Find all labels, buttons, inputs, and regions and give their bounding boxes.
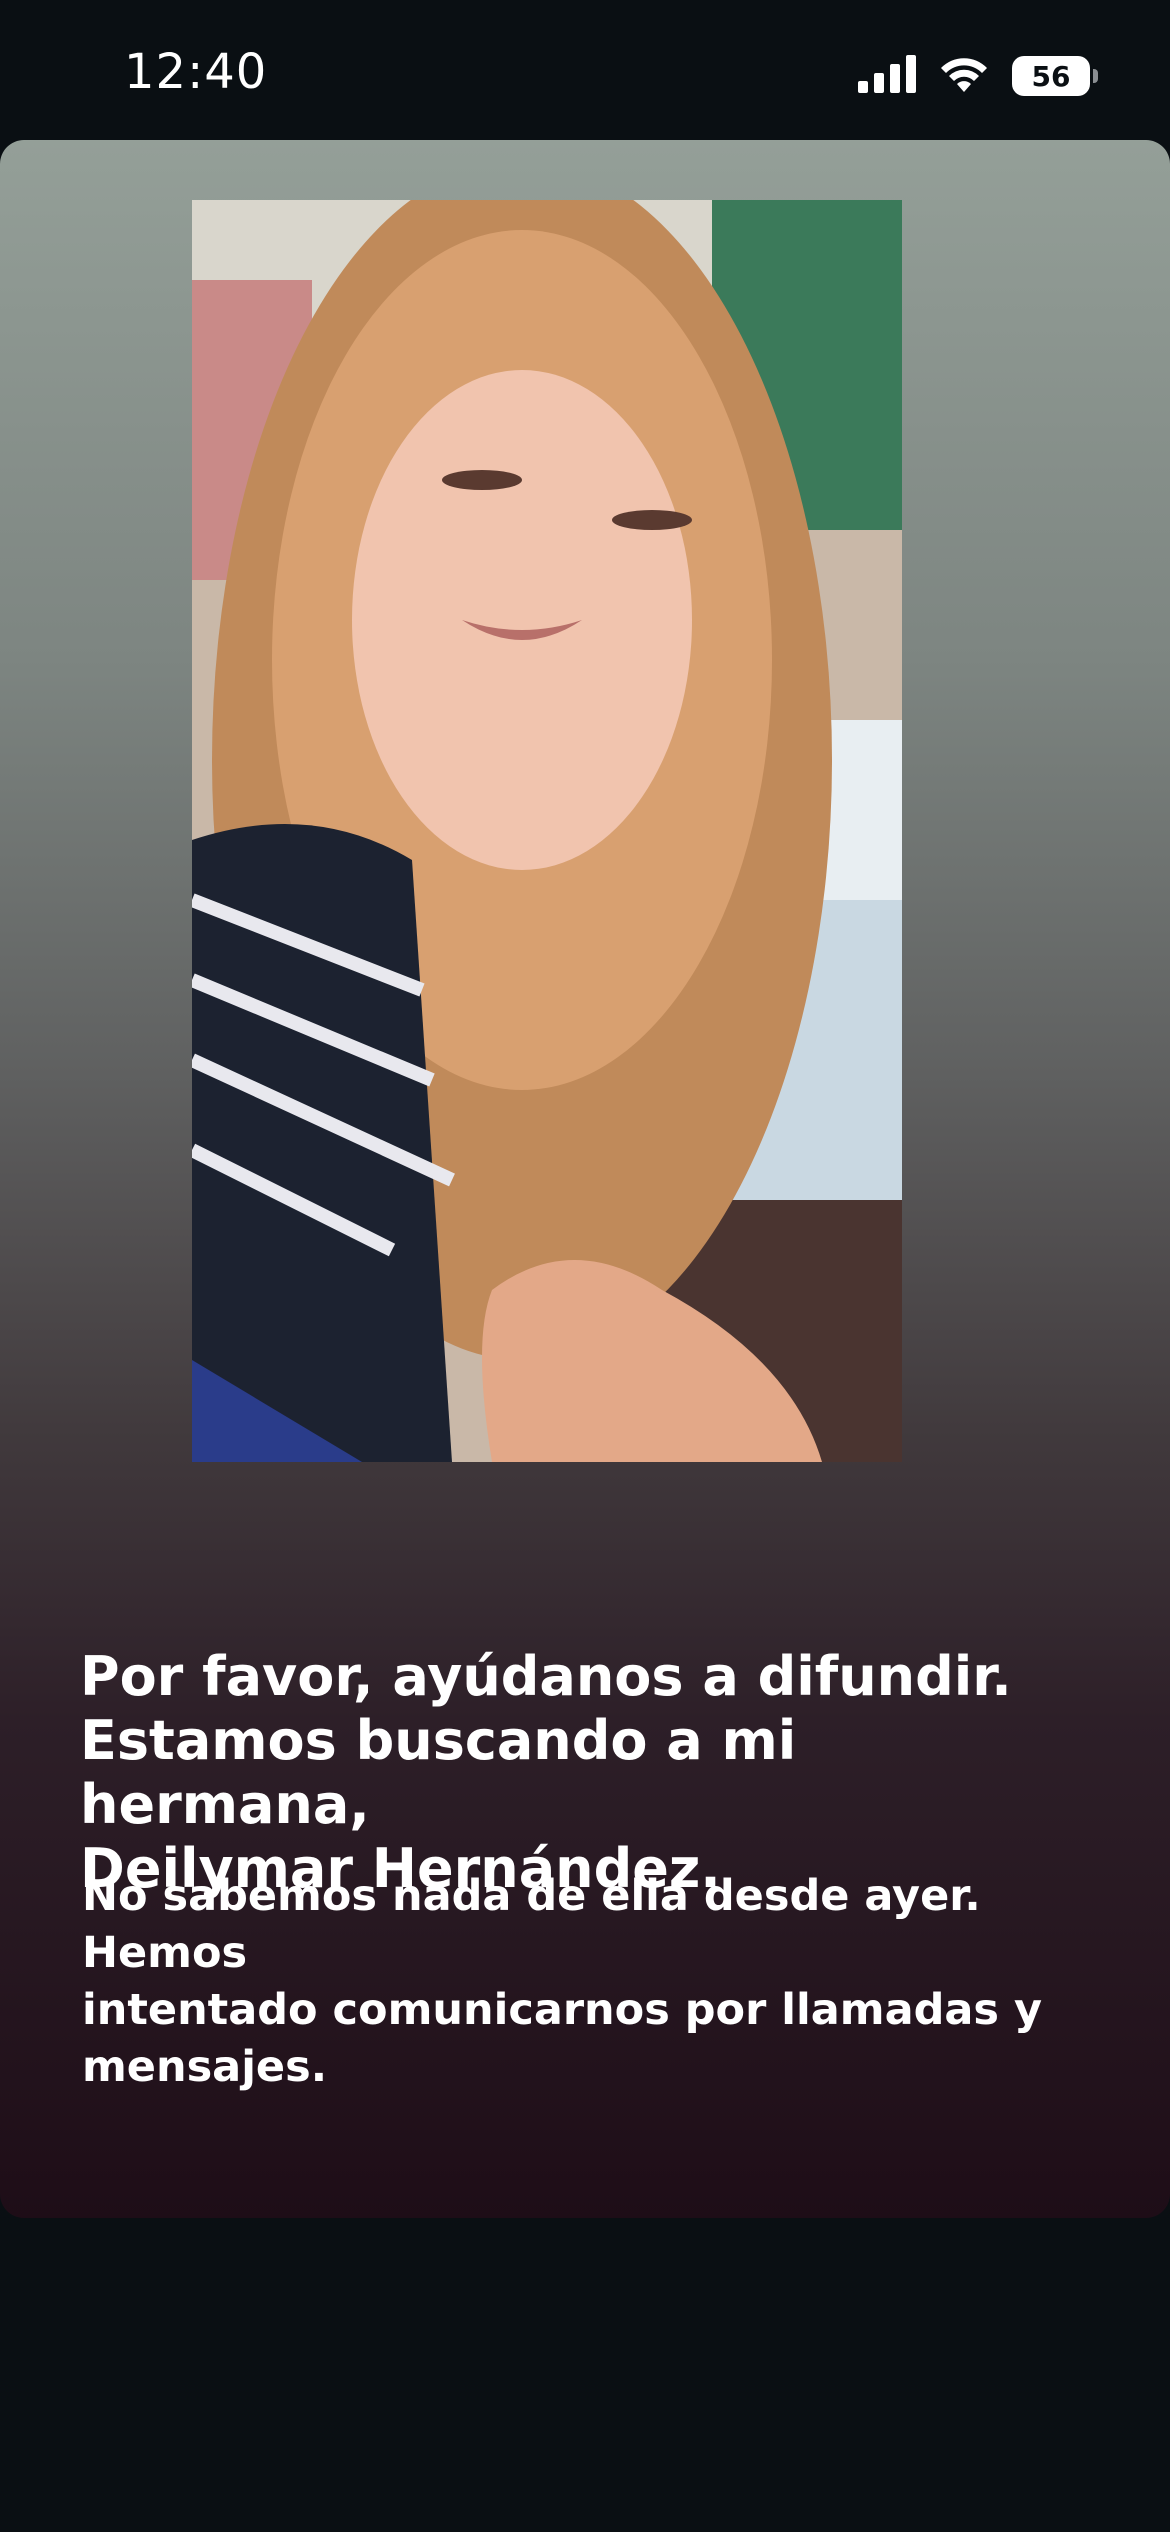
wifi-icon xyxy=(938,55,990,97)
battery-icon: 56 xyxy=(1012,56,1098,96)
story-body-text: No sabemos nada de ella desde ayer. Hemo… xyxy=(82,1868,1122,2096)
body-line-2: intentado comunicarnos por llamadas y xyxy=(82,1985,1042,2035)
headline-line-2: Estamos buscando a mi hermana, xyxy=(80,1709,797,1836)
status-time: 12:40 xyxy=(124,44,268,100)
body-line-1: No sabemos nada de ella desde ayer. Hemo… xyxy=(82,1871,981,1978)
cellular-signal-icon xyxy=(858,55,916,97)
status-icons: 56 xyxy=(858,52,1098,100)
battery-level: 56 xyxy=(1031,59,1071,93)
status-bar: 12:40 56 xyxy=(0,0,1170,140)
story-headline: Por favor, ayúdanos a difundir. Estamos … xyxy=(80,1645,1100,1901)
headline-line-1: Por favor, ayúdanos a difundir. xyxy=(80,1645,1012,1708)
person-selfie-photo xyxy=(192,200,902,1462)
body-line-3: mensajes. xyxy=(82,2042,328,2092)
story-card[interactable]: Por favor, ayúdanos a difundir. Estamos … xyxy=(0,140,1170,2218)
battery-nub xyxy=(1093,69,1098,83)
